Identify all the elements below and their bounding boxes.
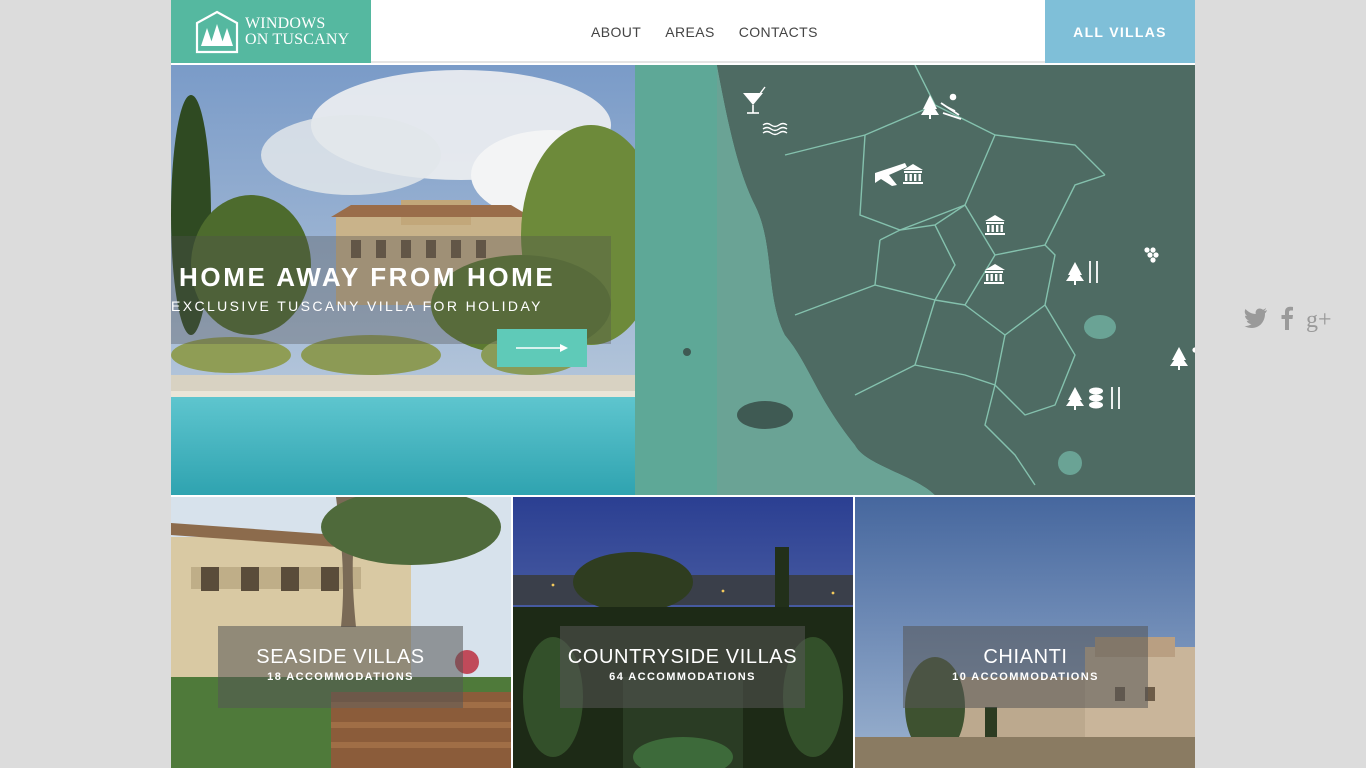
card-seaside-caption: SEASIDE VILLAS 18 ACCOMMODATIONS [218, 626, 463, 708]
main-nav: ABOUT AREAS CONTACTS [591, 0, 818, 63]
logo-line-1: WINDOWS [245, 14, 326, 32]
stones-icon [1089, 387, 1103, 409]
logo-trees-icon [195, 10, 239, 53]
twitter-icon[interactable] [1244, 308, 1268, 333]
nav-areas[interactable]: AREAS [665, 24, 714, 40]
site-container: WINDOWS ON TUSCANY ABOUT AREAS CONTACTS … [171, 0, 1195, 768]
google-plus-icon[interactable]: g+ [1306, 307, 1332, 334]
hero-title: HOME AWAY FROM HOME [179, 262, 556, 292]
site-header: WINDOWS ON TUSCANY ABOUT AREAS CONTACTS … [171, 0, 1195, 63]
logo-line-2: ON TUSCANY [245, 30, 350, 48]
facebook-icon[interactable] [1280, 306, 1294, 335]
arrow-right-icon [516, 344, 568, 352]
hero-arrow-button[interactable] [497, 329, 587, 367]
hero-subtitle: EXCLUSIVE TUSCANY VILLA FOR HOLIDAY [171, 298, 543, 314]
hero-banner: HOME AWAY FROM HOME EXCLUSIVE TUSCANY VI… [171, 65, 635, 495]
card-title: COUNTRYSIDE VILLAS [567, 646, 798, 668]
logo-text: WINDOWS ON TUSCANY [245, 14, 350, 48]
all-villas-button[interactable]: ALL VILLAS [1045, 0, 1195, 63]
logo-link[interactable]: WINDOWS ON TUSCANY [171, 0, 371, 63]
card-countryside-villas[interactable]: COUNTRYSIDE VILLAS 64 ACCOMMODATIONS [513, 497, 853, 768]
villa-categories: SEASIDE VILLAS 18 ACCOMMODATIONS COUNTRY… [171, 497, 1195, 768]
nav-contacts[interactable]: CONTACTS [739, 24, 818, 40]
card-seaside-villas[interactable]: SEASIDE VILLAS 18 ACCOMMODATIONS [171, 497, 511, 768]
card-chianti-caption: CHIANTI 10 ACCOMMODATIONS [903, 626, 1148, 708]
nav-about[interactable]: ABOUT [591, 24, 641, 40]
card-count: 18 ACCOMMODATIONS [267, 671, 414, 683]
card-countryside-caption: COUNTRYSIDE VILLAS 64 ACCOMMODATIONS [560, 626, 805, 708]
tuscany-map [635, 65, 1195, 495]
social-links: g+ [1244, 306, 1332, 335]
card-count: 10 ACCOMMODATIONS [952, 671, 1099, 683]
tuscany-region-map [635, 65, 1195, 495]
card-count: 64 ACCOMMODATIONS [609, 671, 756, 683]
card-chianti[interactable]: CHIANTI 10 ACCOMMODATIONS [855, 497, 1195, 768]
card-title: CHIANTI [983, 646, 1068, 668]
card-title: SEASIDE VILLAS [256, 646, 425, 668]
